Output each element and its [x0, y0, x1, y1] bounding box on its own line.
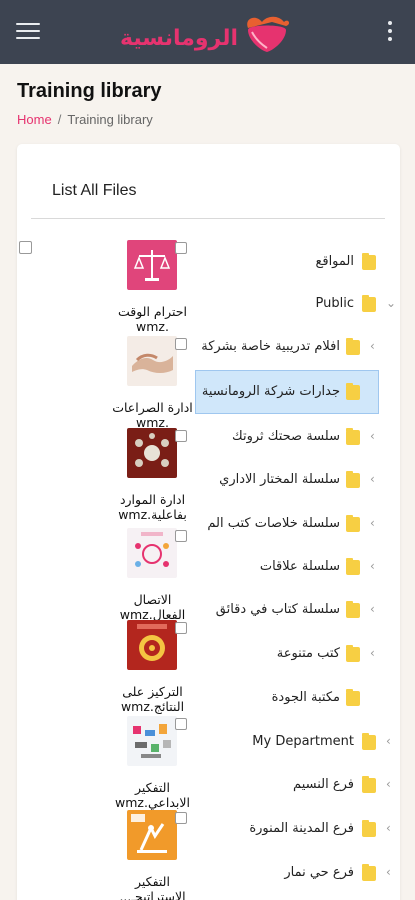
page-title: Training library [17, 80, 162, 102]
folder-label: كتب متنوعة [276, 646, 340, 661]
file-item[interactable]: التركيز على النتائج.wmz [105, 620, 200, 714]
card-divider [31, 218, 385, 219]
folder-icon [362, 295, 376, 312]
folder-icon [362, 253, 376, 270]
handshake-icon [127, 336, 177, 386]
folder-icon [362, 776, 376, 793]
folder-icon [362, 733, 376, 750]
chevron-left-icon[interactable]: ‹ [370, 602, 380, 616]
folder-icon [346, 558, 360, 575]
breadcrumb-separator: / [57, 112, 62, 127]
chevron-left-icon[interactable]: ‹ [386, 777, 396, 791]
folder-icon [346, 338, 360, 355]
file-name: الاتصال الفعال.wmz [119, 592, 186, 622]
tree-item-folder[interactable]: فرع النسيم ‹ [205, 771, 400, 799]
folder-label: سلسلة علاقات [259, 559, 340, 574]
scales-icon [127, 240, 177, 290]
tree-item-folder[interactable]: فرع حي نمار ‹ [205, 859, 400, 887]
target-icon [127, 620, 177, 670]
tree-item-folder[interactable]: سلسلة المختار الاداري ‹ [195, 466, 380, 494]
chevron-left-icon[interactable]: ‹ [386, 734, 396, 748]
folder-label: My Department [252, 734, 354, 749]
breadcrumb: Home / Training library [17, 112, 153, 127]
folder-icon [346, 383, 360, 400]
file-item[interactable]: احترام الوقت .wmz [105, 240, 200, 334]
top-app-bar: الرومانسية [0, 0, 415, 64]
tree-item-folder[interactable]: سلسلة علاقات ‹ [195, 553, 380, 581]
folder-label: سلسة صحتك ثروتك [232, 429, 340, 444]
chevron-left-icon[interactable]: ‹ [370, 339, 380, 353]
file-name: احترام الوقت .wmz [117, 304, 188, 334]
folder-icon [346, 471, 360, 488]
chevron-left-icon[interactable]: ‹ [370, 429, 380, 443]
tree-item-folder-public[interactable]: Public ⌄ [210, 290, 400, 318]
tree-item-folder[interactable]: فرع المدينة المنورة ‹ [205, 815, 400, 843]
file-item[interactable]: التفكير الابداعي.wmz [105, 716, 200, 810]
folder-label: سلسلة كتاب في دقائق [215, 602, 340, 617]
folder-icon [362, 820, 376, 837]
file-item[interactable]: التفكير الاستراتيجـ... [105, 810, 200, 900]
folder-label: فرع حي نمار [284, 865, 354, 880]
folder-label: جدارات شركة الرومانسية [201, 384, 340, 399]
resources-icon [127, 428, 177, 478]
tree-item-folder[interactable]: المواقع [210, 248, 390, 276]
tree-item-folder[interactable]: كتب متنوعة ‹ [195, 640, 380, 668]
file-name: ادارة الصراعات .wmz [112, 400, 193, 430]
folder-label: فرع المدينة المنورة [249, 821, 354, 836]
brand-mark-icon [247, 16, 290, 52]
folder-label: سلسلة المختار الاداري [219, 472, 340, 487]
chevron-down-icon[interactable]: ⌄ [386, 296, 396, 310]
communication-icon [127, 528, 177, 578]
file-name: ادارة الموارد بفاعلية.wmz [118, 492, 187, 522]
folder-label: المواقع [315, 254, 354, 269]
file-item[interactable]: ادارة الصراعات .wmz [105, 336, 200, 430]
brand-logo[interactable]: الرومانسية [119, 12, 296, 54]
select-all-checkbox[interactable] [19, 241, 32, 254]
tree-item-folder[interactable]: سلسلة خلاصات كتب الم ‹ [195, 510, 380, 538]
tree-item-folder-selected[interactable]: جدارات شركة الرومانسية [195, 378, 380, 406]
tree-item-folder[interactable]: سلسلة كتاب في دقائق ‹ [195, 596, 380, 624]
file-item[interactable]: الاتصال الفعال.wmz [105, 528, 200, 622]
file-name: التفكير الابداعي.wmz [115, 780, 190, 810]
file-checkbox[interactable] [175, 338, 187, 350]
folder-label: Public [315, 296, 354, 311]
chevron-left-icon[interactable]: ‹ [370, 559, 380, 573]
folder-label: مكتبة الجودة [271, 690, 340, 705]
tree-item-folder[interactable]: My Department ‹ [205, 728, 400, 756]
more-options-icon[interactable] [387, 21, 393, 43]
chevron-left-icon[interactable]: ‹ [386, 821, 396, 835]
file-checkbox[interactable] [175, 622, 187, 634]
file-checkbox[interactable] [175, 812, 187, 824]
folder-icon [346, 689, 360, 706]
chevron-left-icon[interactable]: ‹ [386, 865, 396, 879]
folder-label: سلسلة خلاصات كتب الم [207, 516, 340, 531]
folder-icon [346, 515, 360, 532]
breadcrumb-current: Training library [67, 112, 153, 127]
creative-icon [127, 716, 177, 766]
file-checkbox[interactable] [175, 718, 187, 730]
tree-item-folder[interactable]: سلسة صحتك ثروتك ‹ [195, 423, 380, 451]
tree-item-folder[interactable]: مكتبة الجودة [195, 684, 380, 712]
menu-icon[interactable] [16, 23, 40, 41]
strategy-icon [127, 810, 177, 860]
folder-label: فرع النسيم [293, 777, 354, 792]
folder-icon [362, 864, 376, 881]
tree-item-folder[interactable]: افلام تدريبية خاصة بشركة ‹ [195, 333, 380, 361]
chevron-left-icon[interactable]: ‹ [370, 472, 380, 486]
file-checkbox[interactable] [175, 530, 187, 542]
file-name: التركيز على النتائج.wmz [120, 684, 185, 714]
file-name: التفكير الاستراتيجـ... [119, 874, 186, 900]
chevron-left-icon[interactable]: ‹ [370, 646, 380, 660]
brand-name: الرومانسية [119, 26, 238, 51]
folder-icon [346, 428, 360, 445]
card-title: List All Files [52, 182, 137, 199]
file-item[interactable]: ادارة الموارد بفاعلية.wmz [105, 428, 200, 522]
file-checkbox[interactable] [175, 242, 187, 254]
folder-icon [346, 601, 360, 618]
chevron-left-icon[interactable]: ‹ [370, 516, 380, 530]
folder-label: افلام تدريبية خاصة بشركة [201, 339, 340, 354]
breadcrumb-home-link[interactable]: Home [17, 112, 52, 127]
file-checkbox[interactable] [175, 430, 187, 442]
folder-icon [346, 645, 360, 662]
